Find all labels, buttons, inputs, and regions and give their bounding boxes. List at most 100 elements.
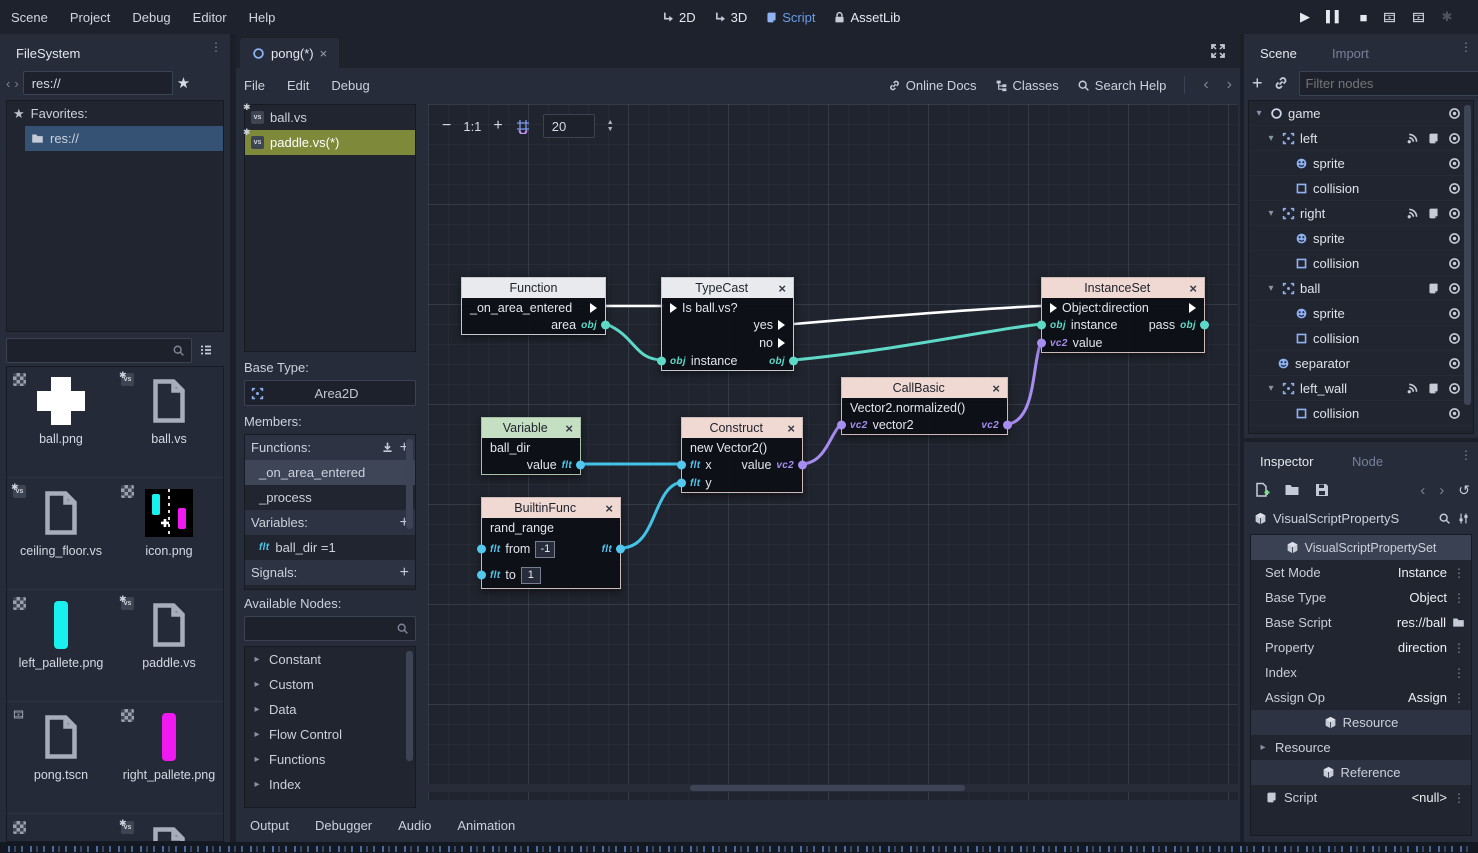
- instance-scene-icon[interactable]: [1273, 75, 1289, 91]
- script-item-paddle-selected[interactable]: vs✱ paddle.vs(*): [245, 130, 415, 155]
- section-resource[interactable]: Resource: [1251, 710, 1471, 735]
- file-item[interactable]: [9, 819, 113, 842]
- menu-scene[interactable]: Scene: [0, 0, 59, 34]
- play-button[interactable]: ▶: [1300, 9, 1310, 25]
- script-icon[interactable]: [1427, 132, 1440, 145]
- online-docs-button[interactable]: Online Docs: [888, 78, 977, 93]
- category-index[interactable]: ▸Index: [245, 772, 415, 797]
- members-scrollbar[interactable]: [406, 439, 413, 529]
- node-header[interactable]: BuiltinFunc×: [482, 498, 620, 518]
- node-header[interactable]: Function: [462, 278, 605, 298]
- variables-header-row[interactable]: Variables: +: [245, 510, 415, 535]
- override-function-icon[interactable]: [381, 441, 394, 454]
- add-node-button[interactable]: +: [1252, 73, 1263, 94]
- file-item[interactable]: vs✱ ceiling_floor.vs: [9, 483, 113, 593]
- snap-stepper[interactable]: ▲▼: [607, 120, 614, 133]
- tab-debugger[interactable]: Debugger: [315, 818, 372, 833]
- graph-node-function[interactable]: Function _on_area_entered area obj: [461, 277, 606, 335]
- classes-button[interactable]: Classes: [995, 78, 1059, 93]
- eye-icon[interactable]: [1448, 182, 1461, 195]
- filesystem-search-input[interactable]: [6, 338, 192, 363]
- file-item[interactable]: left_pallete.png: [9, 595, 113, 705]
- prop-menu-icon[interactable]: ⋮: [1453, 668, 1465, 678]
- path-input[interactable]: [23, 71, 173, 95]
- search-properties-icon[interactable]: [1438, 512, 1451, 525]
- save-resource-icon[interactable]: [1314, 482, 1330, 498]
- function-item-process[interactable]: _process: [245, 485, 415, 510]
- data-in-port[interactable]: [677, 479, 686, 488]
- mode-script-button[interactable]: Script: [765, 10, 815, 25]
- category-functions[interactable]: ▸Functions: [245, 747, 415, 772]
- graph-hscroll-track[interactable]: [428, 784, 1238, 792]
- close-node-icon[interactable]: ×: [787, 421, 795, 436]
- node-header[interactable]: CallBasic×: [842, 378, 1007, 398]
- menu-project[interactable]: Project: [59, 0, 121, 34]
- dock-menu-icon[interactable]: ⋮: [1460, 450, 1472, 460]
- visualscript-graph-canvas[interactable]: − 1:1 + 20 ▲▼ Function _on_area_entered …: [428, 104, 1238, 800]
- category-data[interactable]: ▸Data: [245, 697, 415, 722]
- exec-in-port[interactable]: [1050, 303, 1057, 313]
- file-item[interactable]: right_pallete.png: [117, 707, 221, 817]
- data-out-port[interactable]: [1200, 321, 1209, 330]
- graph-node-variable[interactable]: Variable× ball_dir value flt: [481, 417, 581, 475]
- data-out-port[interactable]: [576, 461, 585, 470]
- zoom-reset-button[interactable]: 1:1: [463, 119, 481, 134]
- prop-property[interactable]: Propertydirection⋮: [1251, 635, 1471, 660]
- history-forward-icon[interactable]: ›: [1439, 482, 1444, 499]
- close-node-icon[interactable]: ×: [605, 501, 613, 516]
- tree-node-separator[interactable]: separator: [1249, 351, 1473, 376]
- data-out-port[interactable]: [789, 357, 798, 366]
- script-icon[interactable]: [1427, 207, 1440, 220]
- prop-menu-icon[interactable]: ⋮: [1453, 793, 1465, 803]
- graph-node-instanceset[interactable]: InstanceSet× Object:direction obj instan…: [1041, 277, 1205, 353]
- data-in-port[interactable]: [677, 461, 686, 470]
- tab-output[interactable]: Output: [250, 818, 289, 833]
- tree-node-game[interactable]: ▾game: [1249, 101, 1473, 126]
- close-node-icon[interactable]: ×: [992, 381, 1000, 396]
- stop-button[interactable]: ■: [1360, 10, 1368, 25]
- menu-help[interactable]: Help: [238, 0, 287, 34]
- tree-node-collision[interactable]: collision: [1249, 326, 1473, 351]
- object-history-icon[interactable]: ↺: [1458, 482, 1470, 499]
- functions-header-row[interactable]: Functions: +: [245, 435, 415, 460]
- list-mode-icon[interactable]: [198, 342, 214, 358]
- available-nodes-search[interactable]: [244, 616, 416, 641]
- history-back-icon[interactable]: ‹: [1203, 76, 1208, 94]
- tab-audio[interactable]: Audio: [398, 818, 431, 833]
- nodes-list-scrollbar[interactable]: [406, 651, 413, 761]
- variable-item-ball-dir[interactable]: flt ball_dir =1: [245, 535, 415, 560]
- node-header[interactable]: Construct×: [682, 418, 802, 438]
- folder-icon[interactable]: [1452, 616, 1465, 629]
- tab-filesystem[interactable]: FileSystem: [4, 38, 92, 68]
- tab-scene[interactable]: Scene: [1248, 38, 1309, 68]
- function-item-on-area-entered[interactable]: _on_area_entered: [245, 460, 415, 485]
- eye-icon[interactable]: [1448, 282, 1461, 295]
- graph-node-builtinfunc[interactable]: BuiltinFunc× rand_range flt from -1 flt …: [481, 497, 621, 589]
- file-item[interactable]: ball.png: [9, 371, 113, 481]
- prop-assign-op[interactable]: Assign OpAssign⋮: [1251, 685, 1471, 710]
- mode-3d-button[interactable]: 3D: [714, 10, 748, 25]
- tab-import[interactable]: Import: [1320, 38, 1381, 68]
- tree-node-sprite[interactable]: sprite: [1249, 151, 1473, 176]
- close-node-icon[interactable]: ×: [1189, 281, 1197, 296]
- exec-out-port[interactable]: [778, 338, 785, 348]
- graph-node-typecast[interactable]: TypeCast× Is ball.vs? yes no obj instanc…: [661, 277, 794, 371]
- tab-node[interactable]: Node: [1340, 446, 1395, 476]
- exec-out-port[interactable]: [778, 320, 785, 330]
- history-forward-icon[interactable]: ›: [1227, 76, 1232, 94]
- play-scene-button[interactable]: [1383, 11, 1396, 24]
- tree-node-collision[interactable]: collision: [1249, 251, 1473, 276]
- play-custom-scene-button[interactable]: [1412, 11, 1425, 24]
- prop-menu-icon[interactable]: ⋮: [1453, 693, 1465, 703]
- data-in-port[interactable]: [1037, 339, 1046, 348]
- data-in-port[interactable]: [837, 421, 846, 430]
- tree-node-right[interactable]: ▾right: [1249, 201, 1473, 226]
- file-item[interactable]: icon.png: [117, 483, 221, 593]
- eye-icon[interactable]: [1448, 107, 1461, 120]
- data-out-port[interactable]: [1003, 421, 1012, 430]
- file-item[interactable]: pong.tscn: [9, 707, 113, 817]
- signal-icon[interactable]: [1406, 382, 1419, 395]
- dock-menu-icon[interactable]: ⋮: [210, 42, 222, 52]
- eye-icon[interactable]: [1448, 232, 1461, 245]
- prop-menu-icon[interactable]: ⋮: [1453, 568, 1465, 578]
